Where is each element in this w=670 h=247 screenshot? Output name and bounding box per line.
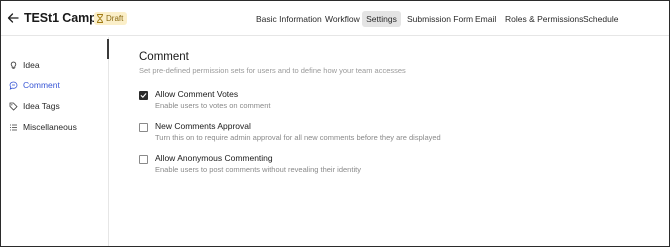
sidebar-item-label: Comment bbox=[23, 80, 60, 90]
tag-icon bbox=[9, 102, 18, 111]
lightbulb-icon bbox=[10, 61, 17, 69]
tab-workflow[interactable]: Workflow bbox=[320, 11, 365, 27]
option-title: Allow Comment Votes bbox=[155, 89, 239, 99]
top-bar: TESt1 Campaign Draft Basic Information W… bbox=[1, 1, 669, 36]
option-description: Enable users to post comments without re… bbox=[155, 165, 361, 174]
hourglass-icon bbox=[97, 14, 103, 23]
option-description: Turn this on to require admin approval f… bbox=[155, 133, 441, 142]
settings-sidebar: Idea Comment Idea Tags Miscellaneous bbox=[1, 37, 109, 246]
sidebar-item-comment[interactable]: Comment bbox=[9, 78, 60, 92]
sidebar-item-idea-tags[interactable]: Idea Tags bbox=[9, 99, 60, 113]
tab-email[interactable]: Email bbox=[470, 11, 501, 27]
option-allow-comment-votes: Allow Comment Votes Enable users to vote… bbox=[139, 89, 559, 119]
option-description: Enable users to votes on comment bbox=[155, 101, 271, 110]
list-icon bbox=[10, 124, 17, 130]
tab-basic-information[interactable]: Basic Information bbox=[251, 11, 327, 27]
tab-roles-permissions[interactable]: Roles & Permissions bbox=[500, 11, 588, 27]
sidebar-item-miscellaneous[interactable]: Miscellaneous bbox=[9, 120, 77, 134]
comment-icon bbox=[9, 81, 18, 90]
option-allow-anonymous-commenting: Allow Anonymous Commenting Enable users … bbox=[139, 153, 559, 183]
sidebar-item-label: Miscellaneous bbox=[23, 122, 77, 132]
back-arrow-icon[interactable] bbox=[6, 11, 20, 25]
status-badge-label: Draft bbox=[106, 14, 124, 23]
checkmark-icon bbox=[140, 93, 147, 98]
section-subheading: Set pre-defined permission sets for user… bbox=[139, 66, 406, 75]
option-new-comments-approval: New Comments Approval Turn this on to re… bbox=[139, 121, 559, 151]
sidebar-item-idea[interactable]: Idea bbox=[9, 58, 40, 72]
allow-anonymous-commenting-checkbox[interactable] bbox=[139, 155, 148, 164]
tab-schedule[interactable]: Schedule bbox=[578, 11, 623, 27]
new-comments-approval-checkbox[interactable] bbox=[139, 123, 148, 132]
option-title: New Comments Approval bbox=[155, 121, 251, 131]
option-title: Allow Anonymous Commenting bbox=[155, 153, 273, 163]
section-heading: Comment bbox=[139, 51, 189, 63]
tab-settings[interactable]: Settings bbox=[362, 11, 401, 27]
status-badge: Draft bbox=[94, 12, 128, 25]
allow-comment-votes-checkbox[interactable] bbox=[139, 91, 148, 100]
sidebar-item-label: Idea Tags bbox=[23, 101, 60, 111]
tab-submission-form[interactable]: Submission Form bbox=[402, 11, 478, 27]
sidebar-item-label: Idea bbox=[23, 60, 40, 70]
sidebar-active-indicator bbox=[107, 39, 109, 59]
app-window: TESt1 Campaign Draft Basic Information W… bbox=[0, 0, 670, 247]
